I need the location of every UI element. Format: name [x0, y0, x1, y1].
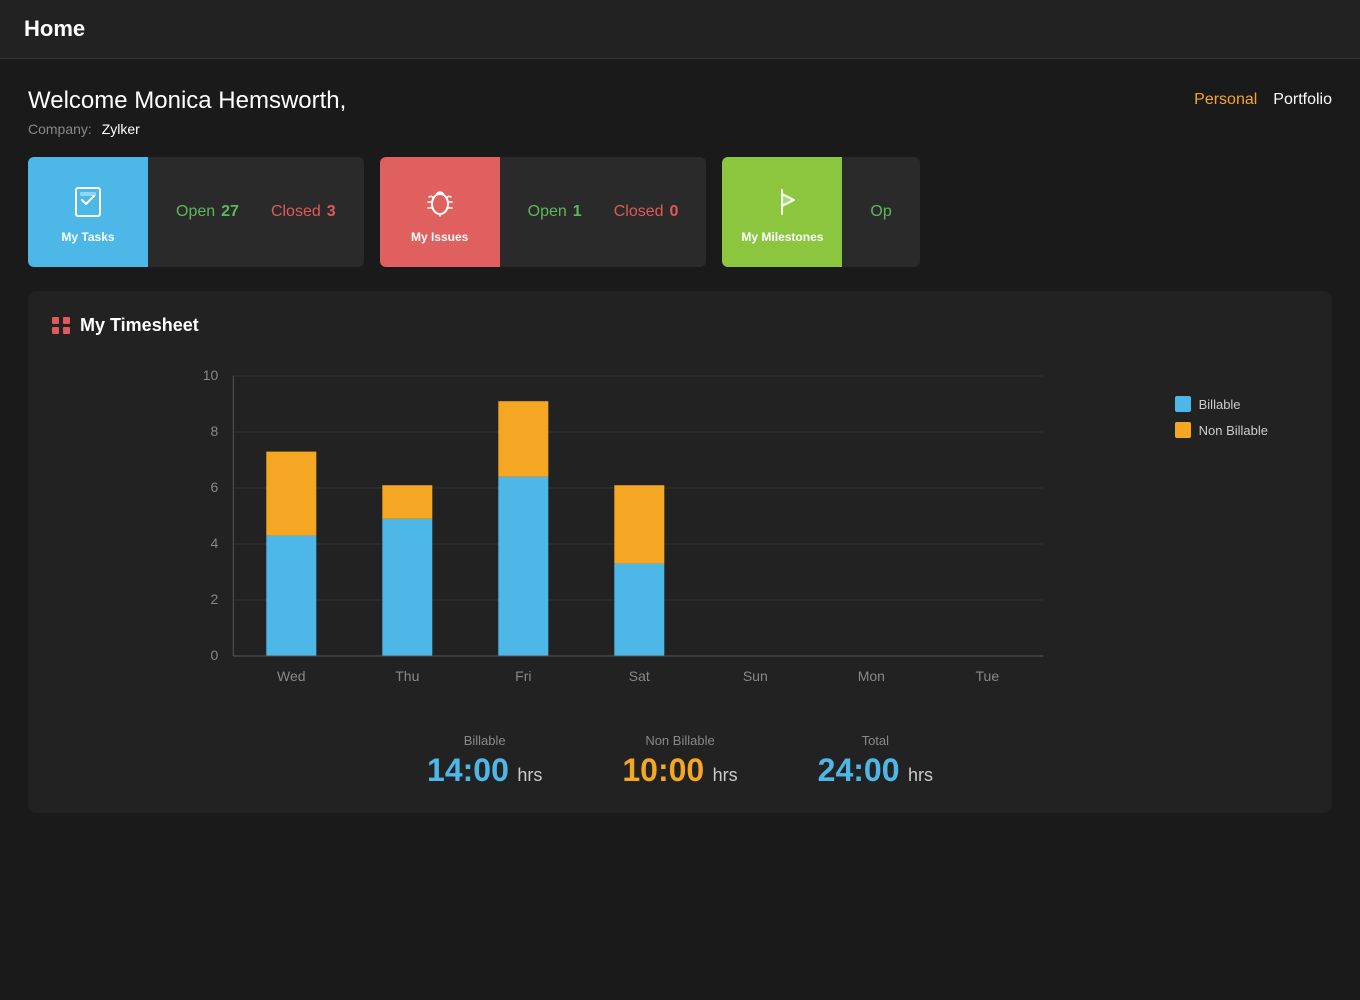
bar-wed-nonbillable — [266, 452, 316, 536]
my-milestones-card[interactable]: My Milestones Op — [722, 157, 919, 267]
nonbillable-summary: Non Billable 10:00 hrs — [622, 733, 737, 789]
x-label-thu: Thu — [395, 668, 419, 684]
tasks-icon-box: My Tasks — [28, 157, 148, 267]
chart-legend: Billable Non Billable — [1175, 396, 1268, 438]
welcome-row: Welcome Monica Hemsworth, Company: Zylke… — [28, 87, 1332, 137]
company-row: Company: Zylker — [28, 121, 346, 137]
timesheet-section: My Timesheet 10 — [28, 291, 1332, 813]
company-label: Company: — [28, 121, 92, 137]
issues-closed-label: Closed — [614, 203, 664, 221]
legend-nonbillable-label: Non Billable — [1199, 423, 1268, 438]
x-label-mon: Mon — [858, 668, 885, 684]
svg-text:10: 10 — [203, 367, 219, 383]
timesheet-header: My Timesheet — [52, 315, 1308, 336]
tasks-open-label: Open — [176, 203, 215, 221]
issues-open-stat: Open 1 — [528, 203, 582, 221]
my-issues-card[interactable]: My Issues Open 1 Closed 0 — [380, 157, 707, 267]
total-value: 24:00 — [818, 752, 900, 788]
total-summary: Total 24:00 hrs — [818, 733, 933, 789]
personal-view-button[interactable]: Personal — [1194, 91, 1257, 109]
svg-text:4: 4 — [211, 535, 219, 551]
company-name: Zylker — [102, 121, 140, 137]
tasks-closed-value: 3 — [327, 203, 336, 221]
svg-text:8: 8 — [211, 423, 219, 439]
legend-billable-label: Billable — [1199, 397, 1241, 412]
billable-color-swatch — [1175, 396, 1191, 412]
chart-left: 10 8 6 4 2 0 — [52, 356, 1175, 701]
timesheet-chart: 10 8 6 4 2 0 — [52, 356, 1175, 696]
tasks-closed-label: Closed — [271, 203, 321, 221]
timesheet-summary: Billable 14:00 hrs Non Billable 10:00 hr… — [52, 721, 1308, 789]
milestones-open-stat: Op — [870, 203, 891, 221]
billable-unit: hrs — [517, 765, 542, 785]
billable-summary-value-row: 14:00 hrs — [427, 752, 542, 789]
nonbillable-value: 10:00 — [622, 752, 704, 788]
cards-wrapper: My Tasks Open 27 Closed 3 — [28, 157, 1332, 267]
total-summary-label: Total — [818, 733, 933, 748]
issues-icon-box: My Issues — [380, 157, 500, 267]
issues-closed-stat: Closed 0 — [614, 203, 679, 221]
app-header: Home — [0, 0, 1360, 59]
issues-stats: Open 1 Closed 0 — [500, 157, 707, 267]
my-tasks-card[interactable]: My Tasks Open 27 Closed 3 — [28, 157, 364, 267]
timesheet-icon — [52, 317, 70, 335]
bar-sat-nonbillable — [614, 485, 664, 563]
nonbillable-color-swatch — [1175, 422, 1191, 438]
legend-billable: Billable — [1175, 396, 1241, 412]
milestones-stats: Op — [842, 157, 919, 267]
x-label-sat: Sat — [629, 668, 650, 684]
svg-text:2: 2 — [211, 591, 219, 607]
billable-summary-label: Billable — [427, 733, 542, 748]
bar-thu-billable — [382, 519, 432, 656]
milestones-open-label: Op — [870, 203, 891, 221]
nonbillable-summary-label: Non Billable — [622, 733, 737, 748]
nonbillable-unit: hrs — [713, 765, 738, 785]
portfolio-view-button[interactable]: Portfolio — [1273, 91, 1332, 109]
view-toggle: Personal Portfolio — [1194, 91, 1332, 109]
tasks-closed-stat: Closed 3 — [271, 203, 336, 221]
nonbillable-summary-value-row: 10:00 hrs — [622, 752, 737, 789]
tasks-stats: Open 27 Closed 3 — [148, 157, 364, 267]
bar-thu-nonbillable — [382, 485, 432, 519]
issues-open-value: 1 — [573, 203, 582, 221]
bar-wed-billable — [266, 536, 316, 656]
x-label-tue: Tue — [976, 668, 1000, 684]
billable-summary: Billable 14:00 hrs — [427, 733, 542, 789]
tasks-icon — [66, 180, 110, 224]
timesheet-title: My Timesheet — [80, 315, 199, 336]
bar-sat-billable — [614, 564, 664, 656]
tasks-open-value: 27 — [221, 203, 239, 221]
issues-open-label: Open — [528, 203, 567, 221]
total-summary-value-row: 24:00 hrs — [818, 752, 933, 789]
billable-value: 14:00 — [427, 752, 509, 788]
page-title: Home — [24, 16, 85, 41]
milestones-icon — [760, 180, 804, 224]
issues-closed-value: 0 — [670, 203, 679, 221]
x-label-wed: Wed — [277, 668, 306, 684]
chart-wrapper: 10 8 6 4 2 0 — [52, 356, 1308, 701]
welcome-block: Welcome Monica Hemsworth, Company: Zylke… — [28, 87, 346, 137]
milestones-icon-box: My Milestones — [722, 157, 842, 267]
legend-nonbillable: Non Billable — [1175, 422, 1268, 438]
milestones-label: My Milestones — [741, 230, 823, 244]
svg-text:0: 0 — [211, 647, 219, 663]
issues-icon — [418, 180, 462, 224]
main-content: Welcome Monica Hemsworth, Company: Zylke… — [0, 59, 1360, 841]
tasks-open-stat: Open 27 — [176, 203, 239, 221]
svg-text:6: 6 — [211, 479, 219, 495]
x-label-sun: Sun — [743, 668, 768, 684]
welcome-greeting: Welcome Monica Hemsworth, — [28, 87, 346, 115]
issues-label: My Issues — [411, 230, 468, 244]
tasks-label: My Tasks — [61, 230, 114, 244]
bar-fri-billable — [498, 477, 548, 656]
bar-fri-nonbillable — [498, 401, 548, 477]
total-unit: hrs — [908, 765, 933, 785]
x-label-fri: Fri — [515, 668, 531, 684]
